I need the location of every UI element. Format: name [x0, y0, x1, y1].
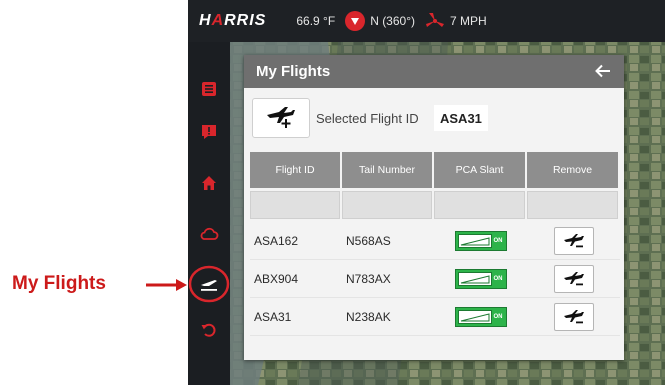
toggle-state-label: ON: [493, 237, 503, 244]
wind-fan-icon: [425, 12, 445, 30]
filter-remove-input[interactable]: [527, 191, 618, 219]
sidebar: [188, 42, 230, 385]
alert-icon: [202, 125, 216, 139]
remove-plane-icon: [563, 271, 584, 285]
flight-id-cell: ABX904: [254, 271, 299, 286]
wind-speed: 7 MPH: [425, 12, 487, 30]
tail-number-cell: N783AX: [346, 271, 391, 286]
temperature-readout: 66.9 °F: [296, 14, 336, 28]
remove-cell: [527, 302, 620, 331]
tail-number-cell: N568AS: [346, 233, 391, 248]
slant-icon: [457, 233, 492, 248]
toggle-state-label: ON: [493, 275, 503, 282]
pca-slant-cell: ON: [434, 230, 527, 251]
remove-plane-icon: [563, 309, 584, 323]
flights-icon: [201, 280, 217, 291]
sidebar-item-my-flights[interactable]: [194, 269, 224, 299]
app-window: HARRIS 66.9 °F N (360°) 7 MPH My Flights…: [188, 0, 665, 385]
remove-cell: [527, 264, 620, 293]
add-plane-icon: [267, 107, 295, 128]
column-header-pca-slant[interactable]: PCA Slant: [434, 152, 527, 188]
remove-flight-button[interactable]: [553, 264, 594, 293]
table-row[interactable]: ASA31 N238AK ON: [250, 298, 620, 336]
refresh-icon: [201, 323, 216, 337]
toggle-state-label: ON: [493, 313, 503, 320]
filter-pca-slant-input[interactable]: [434, 191, 525, 219]
filter-flight-id-input[interactable]: [250, 191, 340, 219]
slant-icon: [457, 309, 492, 324]
selected-flight-value: ASA31: [434, 105, 488, 131]
table-header: Flight ID Tail Number PCA Slant Remove: [250, 152, 620, 188]
sidebar-item-list[interactable]: [194, 74, 224, 104]
list-icon: [202, 82, 216, 96]
sidebar-item-home[interactable]: [194, 168, 224, 198]
filter-row: [250, 188, 620, 222]
pca-slant-cell: ON: [434, 268, 527, 289]
flight-id-cell: ASA31: [254, 309, 292, 324]
wind-speed-value: 7 MPH: [450, 14, 487, 28]
pca-slant-toggle[interactable]: ON: [454, 268, 507, 289]
sidebar-item-refresh[interactable]: [194, 315, 224, 345]
wind-direction-icon: [345, 11, 366, 31]
arrow-left-icon: [595, 64, 610, 78]
callout-label: My Flights: [12, 273, 106, 294]
remove-plane-icon: [563, 233, 584, 247]
flight-id-cell: ASA162: [254, 233, 299, 248]
selected-flight-label: Selected Flight ID: [316, 111, 419, 126]
pca-slant-cell: ON: [434, 306, 527, 327]
column-header-flight-id[interactable]: Flight ID: [250, 152, 342, 188]
tail-number-cell: N238AK: [346, 309, 391, 324]
screenshot-stage: My Flights HARRIS 66.9 °F N (360°) 7 MPH…: [0, 0, 665, 385]
pca-slant-toggle[interactable]: ON: [454, 230, 507, 251]
panel-header: My Flights: [244, 55, 624, 88]
remove-flight-button[interactable]: [553, 226, 594, 255]
sidebar-item-alerts[interactable]: [194, 117, 224, 147]
my-flights-panel: My Flights Selected Flight ID ASA31 Flig…: [244, 55, 624, 360]
remove-cell: [527, 226, 620, 255]
remove-flight-button[interactable]: [553, 302, 594, 331]
column-header-remove: Remove: [527, 152, 620, 188]
harris-logo: HARRIS: [199, 12, 267, 29]
add-flight-button[interactable]: [252, 98, 310, 138]
panel-title: My Flights: [256, 63, 331, 80]
cloud-icon: [200, 227, 219, 240]
home-icon: [202, 176, 216, 190]
filter-tail-number-input[interactable]: [342, 191, 432, 219]
pca-slant-toggle[interactable]: ON: [454, 306, 507, 327]
wind-direction-value: N (360°): [370, 14, 415, 28]
sidebar-item-weather[interactable]: [194, 219, 224, 249]
slant-icon: [457, 271, 492, 286]
table-row[interactable]: ASA162 N568AS ON: [250, 222, 620, 260]
column-header-tail-number[interactable]: Tail Number: [342, 152, 434, 188]
wind-direction: N (360°): [345, 11, 415, 31]
back-button[interactable]: [592, 60, 614, 82]
top-status-bar: HARRIS 66.9 °F N (360°) 7 MPH: [188, 0, 665, 42]
flights-table: Flight ID Tail Number PCA Slant Remove A…: [250, 152, 620, 336]
table-row[interactable]: ABX904 N783AX ON: [250, 260, 620, 298]
